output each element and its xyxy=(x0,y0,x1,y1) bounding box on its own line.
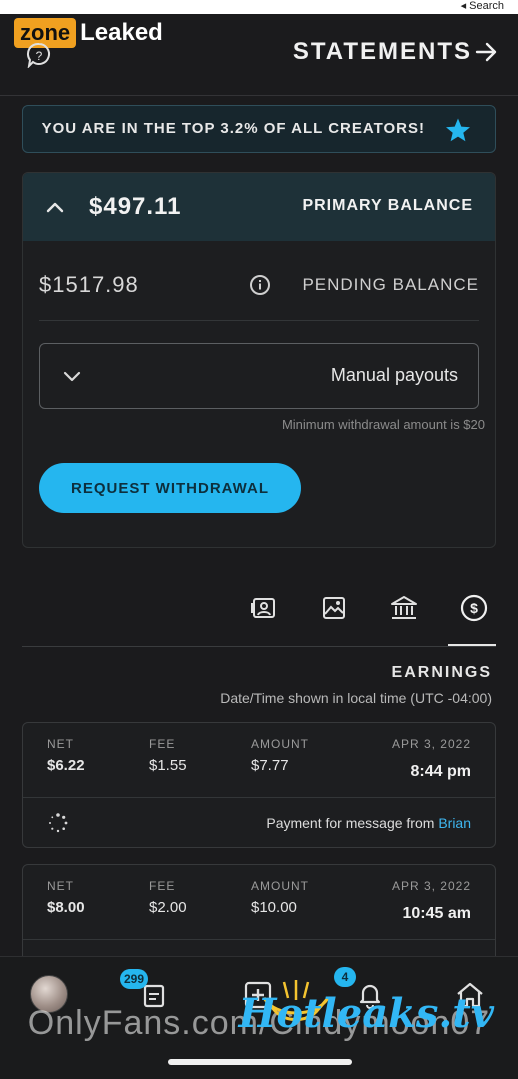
info-icon[interactable] xyxy=(249,274,271,296)
time-value: 10:45 am xyxy=(402,905,472,922)
svg-text:?: ? xyxy=(36,49,43,63)
page-title: STATEMENTS xyxy=(292,38,472,65)
primary-balance-row[interactable]: $497.11 PRIMARY BALANCE xyxy=(23,173,495,241)
notifications-badge: 4 xyxy=(334,967,356,987)
watermark-hot-text: Hotleaks.tv xyxy=(238,990,494,1037)
net-value: $6.22 xyxy=(47,757,85,774)
transaction-divider xyxy=(23,939,495,940)
chevron-down-icon xyxy=(60,364,84,388)
tabs-divider xyxy=(22,646,496,647)
tab-user-card[interactable] xyxy=(246,590,282,626)
primary-balance-label: PRIMARY BALANCE xyxy=(302,197,473,214)
chevron-up-icon[interactable] xyxy=(43,195,67,219)
dollar-circle-icon: $ xyxy=(459,593,489,623)
home-indicator xyxy=(168,1059,352,1065)
payout-method-value: Manual payouts xyxy=(330,365,458,385)
min-withdrawal-text: Minimum withdrawal amount is $20 xyxy=(281,417,485,432)
active-tab-indicator xyxy=(448,644,496,646)
tab-earnings[interactable]: $ xyxy=(456,590,492,626)
date-value: APR 3, 2022 xyxy=(391,737,471,751)
tab-media[interactable] xyxy=(316,590,352,626)
watermark-leaked-text: Leaked xyxy=(80,19,163,46)
pending-balance-label: PENDING BALANCE xyxy=(302,275,479,294)
status-bar: ◂ Search xyxy=(0,0,518,14)
net-header: NET xyxy=(47,879,74,893)
amount-header: AMOUNT xyxy=(251,737,309,751)
date-value: APR 3, 2022 xyxy=(391,879,471,893)
amount-header: AMOUNT xyxy=(251,879,309,893)
net-value: $8.00 xyxy=(47,899,85,916)
time-value: 8:44 pm xyxy=(410,763,471,780)
status-back-label[interactable]: ◂ Search xyxy=(461,0,504,12)
pending-balance-amount: $1517.98 xyxy=(39,272,139,297)
tab-bank[interactable] xyxy=(386,590,422,626)
bank-icon xyxy=(389,593,419,623)
payout-method-select[interactable]: Manual payouts xyxy=(39,343,479,409)
top-creators-banner: YOU ARE IN THE TOP 3.2% OF ALL CREATORS! xyxy=(22,105,496,153)
net-header: NET xyxy=(47,737,74,751)
card-divider xyxy=(39,320,479,321)
transaction-message: Payment for message from Brian xyxy=(266,815,471,831)
star-icon xyxy=(445,117,471,143)
earnings-subtitle: Date/Time shown in local time (UTC -04:0… xyxy=(220,690,492,706)
amount-value: $10.00 xyxy=(251,899,297,916)
svg-text:$: $ xyxy=(470,600,478,616)
help-icon[interactable]: ? xyxy=(26,42,52,68)
header-divider xyxy=(0,95,518,96)
user-card-icon xyxy=(250,594,278,622)
transaction-card[interactable]: NET $6.22 FEE $1.55 AMOUNT $7.77 APR 3, … xyxy=(22,722,496,848)
balance-card: $497.11 PRIMARY BALANCE $1517.98 PENDING… xyxy=(22,172,496,548)
request-withdrawal-button[interactable]: REQUEST WITHDRAWAL xyxy=(39,463,301,513)
fee-header: FEE xyxy=(149,879,176,893)
fee-value: $2.00 xyxy=(149,899,187,916)
image-icon xyxy=(320,594,348,622)
banner-text: YOU ARE IN THE TOP 3.2% OF ALL CREATORS! xyxy=(41,120,425,137)
loading-spinner-icon xyxy=(47,812,69,834)
messages-badge: 299 xyxy=(120,969,149,989)
primary-balance-amount: $497.11 xyxy=(89,193,182,220)
fee-value: $1.55 xyxy=(149,757,187,774)
earnings-title: EARNINGS xyxy=(391,664,492,681)
message-text: Payment for message from xyxy=(266,815,435,831)
sender-link[interactable]: Brian xyxy=(438,815,471,831)
arrow-left-icon[interactable] xyxy=(474,40,498,64)
fee-header: FEE xyxy=(149,737,176,751)
amount-value: $7.77 xyxy=(251,757,289,774)
transaction-divider xyxy=(23,797,495,798)
